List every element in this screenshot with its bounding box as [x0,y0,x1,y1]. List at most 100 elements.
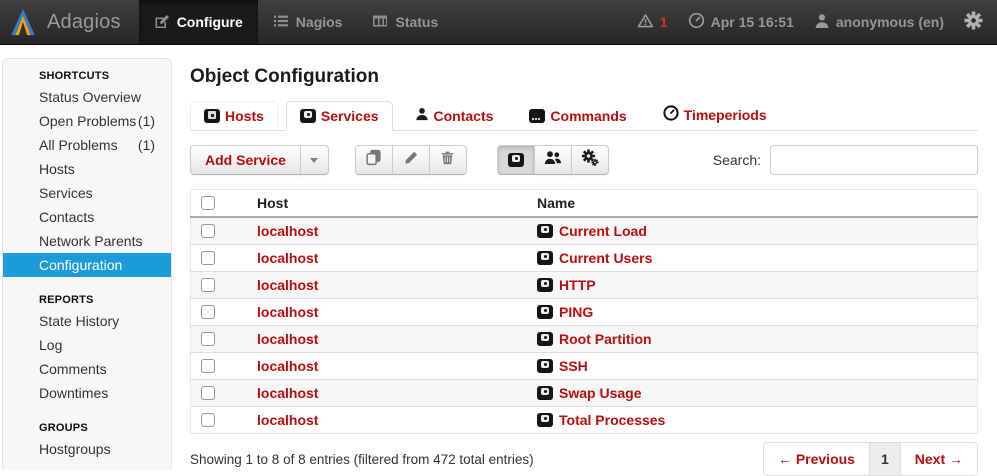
username-label: anonymous (en) [836,14,944,30]
column-header-name: Name [527,190,978,218]
object-tabs: Hosts Services Contacts Commands [190,98,978,131]
user-menu[interactable]: anonymous (en) [814,13,944,32]
row-checkbox[interactable] [201,278,215,292]
service-icon [537,305,553,319]
search-input[interactable] [770,145,978,175]
contact-icon [415,107,429,124]
sidebar-item-hosts[interactable]: Hosts [3,157,171,181]
row-checkbox[interactable] [201,359,215,373]
service-icon [537,413,553,427]
table-icon [372,13,388,32]
service-icon [537,332,553,346]
sidebar-item-open-problems[interactable]: Open Problems(1) [3,109,171,133]
settings-button[interactable] [964,11,983,33]
row-checkbox[interactable] [201,224,215,238]
copy-button[interactable] [355,145,393,175]
current-page-button[interactable]: 1 [869,443,900,475]
nav-item-status[interactable]: Status [357,0,453,44]
sidebar-item-services[interactable]: Services [3,181,171,205]
brand[interactable]: Adagios [0,0,139,44]
search-label: Search: [713,152,761,168]
table-row: localhost PING [191,299,978,326]
sidebar-item-all-problems[interactable]: All Problems(1) [3,133,171,157]
service-link[interactable]: Current Load [559,223,647,239]
host-link[interactable]: localhost [257,277,318,293]
service-link[interactable]: Root Partition [559,331,652,347]
host-link[interactable]: localhost [257,412,318,428]
table-row: localhost Current Load [191,217,978,245]
sidebar-item-downtimes[interactable]: Downtimes [3,381,171,405]
row-checkbox[interactable] [201,413,215,427]
edit-button[interactable] [392,145,430,175]
page-title: Object Configuration [190,66,978,88]
service-link[interactable]: Total Processes [559,412,665,428]
copy-icon [365,149,382,171]
tab-timeperiods[interactable]: Timeperiods [649,98,781,131]
table-row: localhost SSH [191,353,978,380]
services-view-button[interactable] [497,145,535,175]
host-link[interactable]: localhost [257,358,318,374]
sidebar-item-contacts[interactable]: Contacts [3,205,171,229]
delete-button[interactable] [429,145,467,175]
sidebar-item-network-parents[interactable]: Network Parents [3,229,171,253]
service-icon [537,386,553,400]
top-navbar: Adagios Configure Nagios Status [0,0,997,45]
row-checkbox[interactable] [201,251,215,265]
add-service-button[interactable]: Add Service [190,145,301,175]
tab-hosts[interactable]: Hosts [190,101,278,131]
sidebar-item-state-history[interactable]: State History [3,309,171,333]
gears-icon [581,149,599,171]
previous-page-button[interactable]: ← Previous [764,443,869,475]
list-icon [273,13,289,32]
sidebar: SHORTCUTS Status Overview Open Problems(… [2,58,172,470]
view-toggle-group [497,145,609,175]
row-checkbox[interactable] [201,305,215,319]
sidebar-section-shortcuts: SHORTCUTS [3,65,171,85]
nav-item-nagios[interactable]: Nagios [258,0,358,44]
command-icon [529,109,545,123]
alerts-indicator[interactable]: 1 [637,13,668,32]
service-icon [300,109,316,123]
host-link[interactable]: localhost [257,304,318,320]
add-service-split-button: Add Service [190,145,329,175]
host-link[interactable]: localhost [257,385,318,401]
pagination: ← Previous 1 Next → [763,442,978,476]
service-link[interactable]: HTTP [559,277,596,293]
tab-services[interactable]: Services [286,101,393,131]
tab-contacts[interactable]: Contacts [401,100,508,131]
sidebar-item-log[interactable]: Log [3,333,171,357]
contacts-view-button[interactable] [534,145,572,175]
sidebar-item-comments[interactable]: Comments [3,357,171,381]
next-page-button[interactable]: Next → [900,443,977,475]
service-link[interactable]: PING [559,304,593,320]
service-icon [537,359,553,373]
row-checkbox[interactable] [201,332,215,346]
select-all-checkbox[interactable] [201,196,215,210]
host-link[interactable]: localhost [257,331,318,347]
row-checkbox[interactable] [201,386,215,400]
settings-view-button[interactable] [571,145,609,175]
open-problems-count: (1) [138,113,155,129]
clock-display[interactable]: Apr 15 16:51 [688,12,794,32]
gear-icon [964,11,983,33]
sidebar-item-hostgroups[interactable]: Hostgroups [3,437,171,461]
table-header-row: Host Name [191,190,978,218]
toolbar: Add Service [190,145,978,175]
entries-info: Showing 1 to 8 of 8 entries (filtered fr… [190,452,534,467]
user-icon [814,13,830,32]
sidebar-item-configuration[interactable]: Configuration [3,253,171,277]
nav-item-configure[interactable]: Configure [139,0,258,44]
sidebar-item-status-overview[interactable]: Status Overview [3,85,171,109]
clock-icon [688,12,705,32]
table-row: localhost Current Users [191,245,978,272]
service-link[interactable]: Swap Usage [559,385,641,401]
host-link[interactable]: localhost [257,223,318,239]
trash-icon [440,150,455,171]
service-link[interactable]: Current Users [559,250,652,266]
host-link[interactable]: localhost [257,250,318,266]
add-service-dropdown-button[interactable] [300,145,329,175]
service-link[interactable]: SSH [559,358,588,374]
table-row: localhost Root Partition [191,326,978,353]
tab-commands[interactable]: Commands [515,101,640,131]
people-icon [544,150,562,170]
